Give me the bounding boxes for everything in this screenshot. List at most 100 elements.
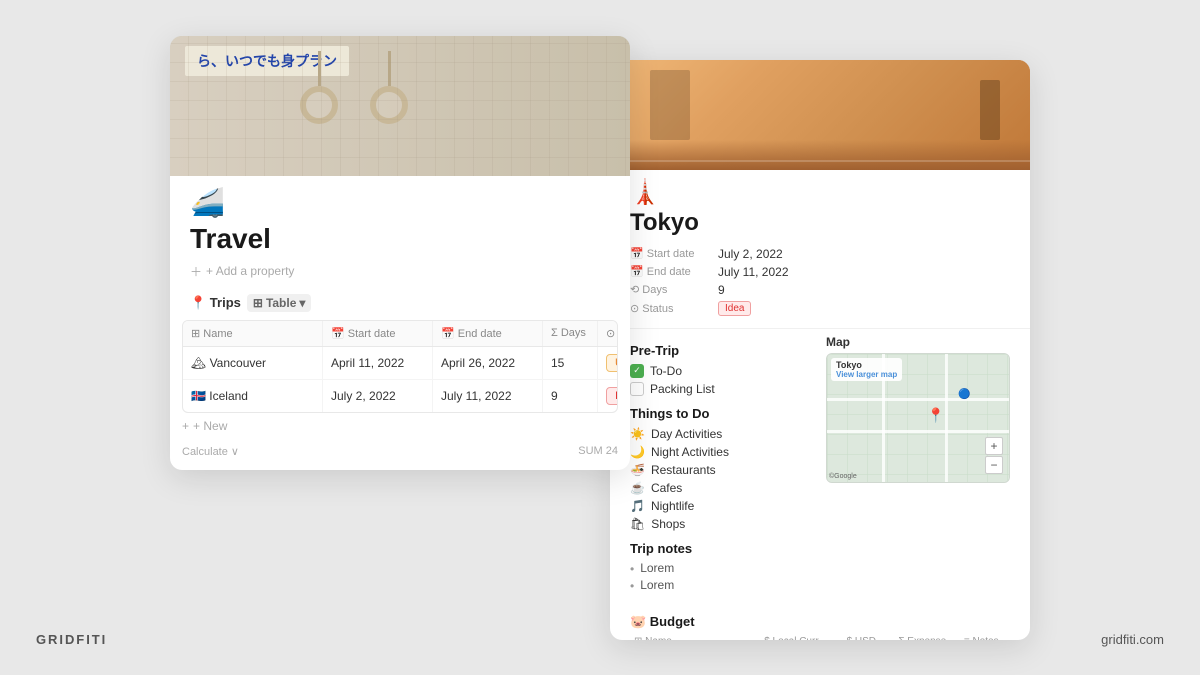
budget-col-expense: Σ Expense (894, 634, 960, 640)
chevron-icon: ▾ (299, 296, 305, 310)
pre-trip-title: Pre-Trip (630, 343, 814, 358)
sum-value: SUM 24 (578, 445, 618, 457)
start-date-value: July 2, 2022 (718, 247, 783, 261)
row-start-date: April 11, 2022 (323, 347, 433, 379)
restaurants-icon: 🍜 (630, 463, 645, 477)
map-container: Tokyo View larger map 📍 🔵 + − ©Google (826, 353, 1010, 483)
bullet-icon: • (630, 579, 634, 593)
left-page-emoji: 🚄 (190, 186, 610, 219)
table-row[interactable]: 🏔 Vancouver April 11, 2022 April 26, 202… (183, 347, 617, 380)
map-zoom-in[interactable]: + (985, 437, 1003, 455)
shops-label: Shops (651, 517, 685, 531)
right-page-emoji: 🗼 (630, 178, 1010, 207)
row-start-date: July 2, 2022 (323, 380, 433, 412)
plus-icon: ＋ (190, 263, 202, 280)
map-larger-link[interactable]: View larger map (836, 370, 897, 379)
new-label: + New (193, 419, 227, 433)
col-end-date: 📅 End date (433, 321, 543, 346)
view-toggle[interactable]: ⊞ Table ▾ (247, 294, 312, 312)
days-value: 9 (718, 283, 725, 297)
prop-end-date: 📅 End date July 11, 2022 (630, 263, 1010, 281)
restaurants-label: Restaurants (651, 463, 716, 477)
calculate-button[interactable]: Calculate ∨ (182, 445, 239, 458)
budget-section: 🐷 Budget ⊞ Name $ Local Curr... $ USD Σ … (610, 614, 1030, 640)
new-row-button[interactable]: + + New (170, 413, 630, 439)
col-days: Σ Days (543, 321, 598, 346)
left-page-title: Travel (190, 223, 610, 255)
two-col-section: Pre-Trip ✓ To-Do Packing List Things to … (610, 335, 1030, 606)
bullet-icon: • (630, 562, 634, 576)
activity-item[interactable]: ☕ Cafes (630, 479, 814, 497)
day-activities-icon: ☀️ (630, 427, 645, 441)
activity-item[interactable]: 🍜 Restaurants (630, 461, 814, 479)
col-status: ⊙ Status (598, 321, 618, 346)
activity-item[interactable]: 🌙 Night Activities (630, 443, 814, 461)
budget-table: ⊞ Name $ Local Curr... $ USD Σ Expense ≡… (630, 634, 1010, 640)
end-date-label: 📅 End date (630, 265, 710, 278)
add-property-label: + Add a property (206, 264, 294, 278)
packing-label: Packing List (650, 382, 715, 396)
row-name: 🇮🇸 Iceland (183, 380, 323, 412)
nightlife-icon: 🎵 (630, 499, 645, 513)
view-label: Table (266, 296, 296, 310)
prop-status: ⊙ Status Idea (630, 299, 1010, 318)
things-to-do-title: Things to Do (630, 406, 814, 421)
prop-start-date: 📅 Start date July 2, 2022 (630, 245, 1010, 263)
budget-col-name: ⊞ Name (630, 634, 760, 640)
cafes-label: Cafes (651, 481, 682, 495)
map-attribution: ©Google (829, 473, 857, 480)
row-name: 🏔 Vancouver (183, 347, 323, 379)
map-pin-blue: 🔵 (958, 389, 970, 400)
map-road-v2 (945, 354, 948, 482)
status-label: ⊙ Status (630, 302, 710, 315)
left-content-col: Pre-Trip ✓ To-Do Packing List Things to … (630, 335, 814, 594)
activity-item[interactable]: ☀️ Day Activities (630, 425, 814, 443)
activity-item[interactable]: 🎵 Nightlife (630, 497, 814, 515)
budget-col-usd: $ USD (843, 634, 895, 640)
budget-header-row: ⊞ Name $ Local Curr... $ USD Σ Expense ≡… (630, 634, 1010, 640)
row-status: Idea (598, 380, 618, 412)
table-header: ⊞ Name 📅 Start date 📅 End date Σ Days ⊙ … (183, 321, 617, 347)
left-header-image: ら、いつでも身プラン (170, 36, 630, 176)
plus-icon: + (182, 419, 189, 433)
map-location-label: Tokyo View larger map (831, 358, 902, 381)
note-text: Lorem (640, 561, 674, 575)
table-row[interactable]: 🇮🇸 Iceland July 2, 2022 July 11, 2022 9 … (183, 380, 617, 412)
budget-col-local: $ Local Curr... (760, 634, 842, 640)
table-icon: ⊞ (253, 296, 263, 310)
prop-days: ⟲ Days 9 (630, 281, 1010, 299)
trips-table: ⊞ Name 📅 Start date 📅 End date Σ Days ⊙ … (182, 320, 618, 413)
row-days: 9 (543, 380, 598, 412)
note-text: Lorem (640, 578, 674, 592)
night-activities-label: Night Activities (651, 445, 729, 459)
budget-col-notes: ≡ Notes (960, 634, 1010, 640)
col-name: ⊞ Name (183, 321, 323, 346)
row-end-date: July 11, 2022 (433, 380, 543, 412)
add-property-button[interactable]: ＋ + Add a property (190, 263, 610, 280)
map-zoom-out[interactable]: − (985, 456, 1003, 474)
brand-right: gridfiti.com (1101, 632, 1164, 647)
brand-left: GRIDFITI (36, 632, 107, 647)
days-label: ⟲ Days (630, 283, 710, 296)
map-controls[interactable]: + − (985, 437, 1003, 474)
checklist-item[interactable]: Packing List (630, 380, 814, 398)
map-road-h1 (827, 398, 1009, 401)
check-icon-empty (630, 382, 644, 396)
activity-item[interactable]: 🛍 Shops (630, 515, 814, 533)
shops-icon: 🛍 (630, 517, 645, 531)
start-date-label: 📅 Start date (630, 247, 710, 260)
left-card: ら、いつでも身プラン 🚄 Travel ＋ + Add a property 📍… (170, 36, 630, 470)
right-card: 🗼 Tokyo 📅 Start date July 2, 2022 📅 End … (610, 60, 1030, 640)
nightlife-label: Nightlife (651, 499, 694, 513)
checklist-item[interactable]: ✓ To-Do (630, 362, 814, 380)
budget-title: 🐷 Budget (630, 614, 1010, 630)
night-activities-icon: 🌙 (630, 445, 645, 459)
right-page-title: Tokyo (630, 209, 1010, 237)
end-date-value: July 11, 2022 (718, 265, 789, 279)
map-road-h2 (827, 430, 1009, 433)
trips-label: 📍 Trips (190, 295, 241, 311)
map-title: Map (826, 335, 1010, 349)
right-header-image (610, 60, 1030, 170)
status-badge-upcoming: Upcoming (606, 354, 618, 372)
properties-section: 📅 Start date July 2, 2022 📅 End date Jul… (630, 245, 1010, 318)
